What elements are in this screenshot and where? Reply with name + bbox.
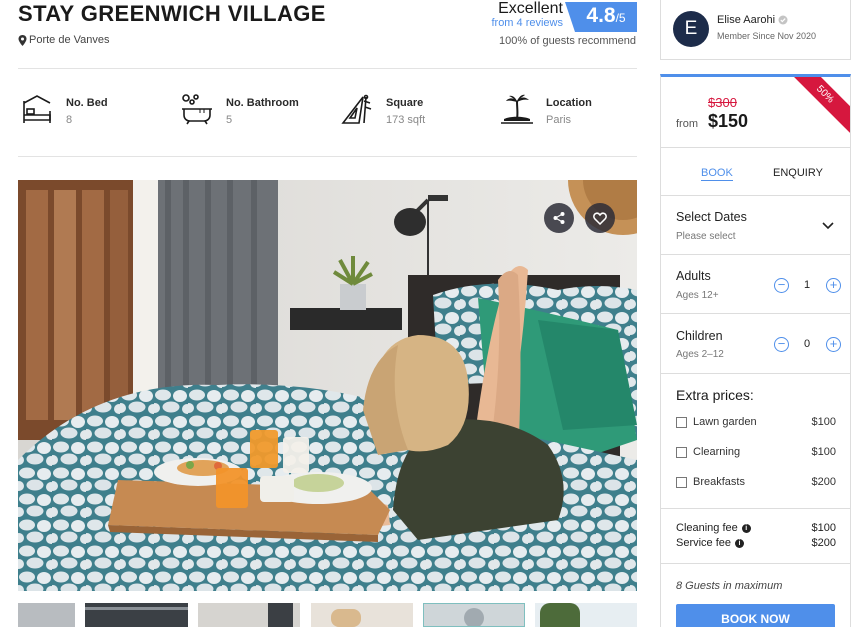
extra-cleaning[interactable]: Clearning $100 [676, 446, 836, 458]
feature-label: Location [546, 97, 592, 109]
chevron-down-icon [822, 222, 834, 230]
host-card[interactable]: E Elise Aarohi Member Since Nov 2020 [660, 0, 851, 60]
feature-label: No. Bathroom [226, 97, 299, 109]
adults-label: Adults [676, 269, 711, 283]
drafting-tools-icon [341, 94, 372, 124]
favorite-button[interactable] [585, 203, 615, 233]
children-value: 0 [803, 338, 811, 350]
feature-value: Paris [546, 114, 572, 126]
tab-book[interactable]: BOOK [701, 167, 733, 181]
old-price: $300 [708, 95, 737, 110]
gallery-thumb[interactable] [311, 603, 413, 627]
feature-location: Location Paris [498, 92, 592, 126]
island-icon [501, 94, 533, 124]
extra-breakfasts[interactable]: Breakfasts $200 [676, 476, 836, 488]
service-fee-row: Service fee i $200 [676, 537, 836, 549]
fee-price: $100 [811, 522, 836, 534]
feature-value: 5 [226, 114, 233, 126]
checkbox[interactable] [676, 446, 687, 458]
verified-icon [778, 15, 788, 25]
booking-card: 50% $300 from $150 BOOK ENQUIRY Select D… [660, 74, 851, 627]
feature-bathrooms: No. Bathroom 5 [178, 92, 299, 126]
rating-score: 4.8 [586, 4, 616, 27]
divider [661, 508, 850, 509]
adults-sub: Ages 12+ [676, 290, 719, 301]
adults-decrement-button[interactable]: − [774, 278, 789, 293]
feature-square: Square 173 sqft [338, 92, 425, 126]
extra-name: Clearning [693, 446, 741, 458]
price-from-label: from [676, 118, 698, 130]
feature-label: Square [386, 97, 424, 109]
divider [661, 254, 850, 255]
adults-value: 1 [803, 279, 811, 291]
heart-icon [593, 212, 607, 225]
divider [18, 156, 637, 157]
reviews-link[interactable]: from 4 reviews [491, 17, 563, 29]
current-price: $150 [708, 111, 749, 131]
dates-label: Select Dates [676, 210, 747, 224]
children-increment-button[interactable]: + [826, 337, 841, 352]
extra-name: Lawn garden [693, 416, 757, 428]
max-guests-note: 8 Guests in maximum [676, 580, 783, 592]
listing-title: STAY GREENWICH VILLAGE [18, 1, 326, 26]
gallery-thumb[interactable] [18, 603, 75, 627]
map-pin-icon [18, 34, 27, 46]
gallery-thumb[interactable] [85, 603, 188, 627]
feature-beds: No. Bed 8 [18, 92, 108, 126]
feature-value: 173 sqft [386, 114, 426, 126]
fee-name: Service fee [676, 537, 732, 549]
divider [661, 373, 850, 374]
extra-price: $100 [811, 446, 836, 458]
fee-price: $200 [811, 537, 836, 549]
divider [661, 313, 850, 314]
share-button[interactable] [544, 203, 574, 233]
bedroom-photo [18, 180, 637, 591]
extra-prices-title: Extra prices: [676, 387, 754, 403]
book-now-button[interactable]: BOOK NOW [676, 604, 835, 627]
rating-max: /5 [615, 11, 626, 25]
children-sub: Ages 2–12 [676, 349, 724, 360]
location-text: Porte de Vanves [29, 34, 110, 46]
checkbox[interactable] [676, 416, 687, 428]
extra-name: Breakfasts [693, 476, 745, 488]
fee-name: Cleaning fee [676, 522, 738, 534]
main-photo[interactable] [18, 180, 637, 591]
children-label: Children [676, 329, 723, 343]
rating-score-badge: 4.8/5 [565, 2, 637, 32]
divider [661, 147, 850, 148]
dates-placeholder: Please select [676, 231, 736, 242]
extra-lawn-garden[interactable]: Lawn garden $100 [676, 416, 836, 428]
feature-label: No. Bed [66, 97, 108, 109]
feature-value: 8 [66, 114, 73, 126]
bed-icon [23, 95, 51, 123]
extra-price: $100 [811, 416, 836, 428]
gallery-thumb[interactable] [198, 603, 300, 627]
extra-price: $200 [811, 476, 836, 488]
recommend-text: 100% of guests recommend [499, 35, 636, 47]
bathtub-icon [182, 94, 212, 125]
host-name: Elise Aarohi [717, 14, 776, 26]
share-icon [553, 212, 565, 224]
gallery-thumb[interactable] [535, 603, 637, 627]
info-icon[interactable]: i [735, 538, 745, 548]
rating-word: Excellent [498, 0, 563, 17]
discount-ribbon: 50% [779, 77, 850, 141]
tab-enquiry[interactable]: ENQUIRY [773, 167, 823, 179]
listing-location: Porte de Vanves [18, 34, 110, 46]
children-decrement-button[interactable]: − [774, 337, 789, 352]
host-member-since: Member Since Nov 2020 [717, 31, 817, 41]
gallery-thumb-active[interactable] [423, 603, 525, 627]
avatar: E [673, 11, 709, 47]
host-name-row: Elise Aarohi [717, 14, 788, 26]
date-selector[interactable]: Select Dates Please select [661, 196, 850, 254]
divider [661, 563, 850, 564]
divider [18, 68, 637, 69]
adults-increment-button[interactable]: + [826, 278, 841, 293]
info-icon[interactable]: i [741, 523, 751, 533]
checkbox[interactable] [676, 476, 687, 488]
cleaning-fee-row: Cleaning fee i $100 [676, 522, 836, 534]
